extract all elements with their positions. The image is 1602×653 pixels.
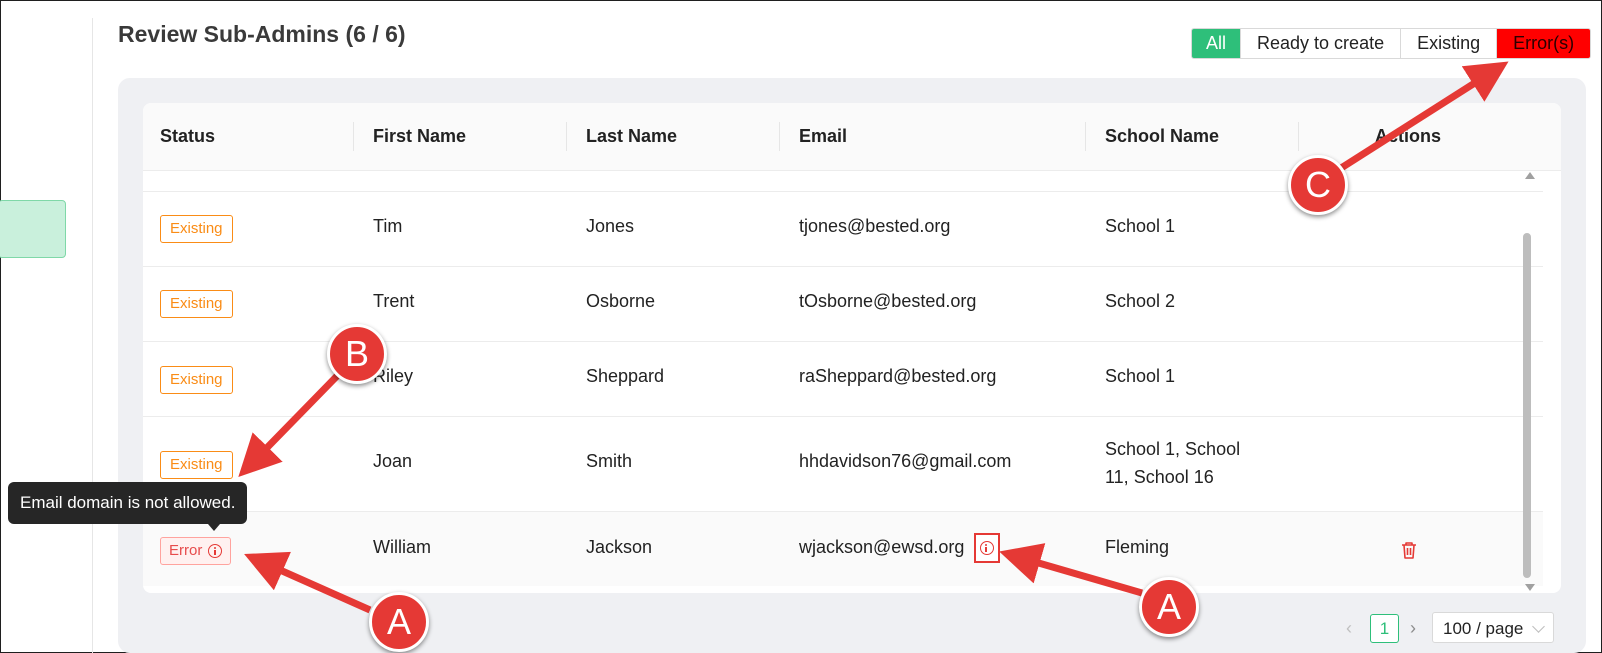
scroll-up-arrow[interactable] <box>1525 172 1535 179</box>
table-row: Existing Joan Smith hhdavidson76@gmail.c… <box>143 417 1543 512</box>
page-title: Review Sub-Admins (6 / 6) <box>118 21 406 47</box>
tooltip-arrow <box>208 524 220 531</box>
email-cell: hhdavidson76@gmail.com <box>799 451 1012 471</box>
header-separator <box>779 122 780 151</box>
email-cell: tjones@bested.org <box>799 216 951 236</box>
scroll-down-arrow[interactable] <box>1525 584 1535 591</box>
status-badge-existing: Existing <box>160 290 233 318</box>
email-cell: tOsborne@bested.org <box>799 291 977 311</box>
error-badge-label: Error <box>169 542 203 559</box>
sidebar-divider <box>92 18 93 653</box>
last-name-cell: Jones <box>586 216 635 236</box>
page-size-value: 100 / page <box>1443 619 1524 638</box>
first-name-cell: Tim <box>373 216 403 236</box>
filter-ready-button[interactable]: Ready to create <box>1240 29 1401 58</box>
status-badge-error[interactable]: Error <box>160 537 232 565</box>
status-badge-existing: Existing <box>160 366 233 394</box>
first-name-cell: William <box>373 537 431 557</box>
first-name-cell: Joan <box>373 451 413 471</box>
header-actions: Actions <box>1375 126 1442 146</box>
status-badge-existing: Existing <box>160 215 233 243</box>
school-cell: School 1 <box>1105 216 1176 236</box>
school-cell: School 1 <box>1105 366 1176 386</box>
chevron-down-icon <box>1532 620 1545 633</box>
header-separator <box>1298 122 1299 151</box>
last-name-cell: Sheppard <box>586 366 665 386</box>
header-separator <box>353 122 354 151</box>
scrollbar-thumb[interactable] <box>1523 233 1531 578</box>
pagination-next-button[interactable]: › <box>1410 618 1416 639</box>
school-cell: Fleming <box>1105 537 1170 557</box>
pagination-prev-button[interactable]: ‹ <box>1346 618 1352 639</box>
filter-existing-button[interactable]: Existing <box>1400 29 1497 58</box>
first-name-cell: Trent <box>373 291 415 311</box>
school-cell-line2: 11, School 16 <box>1105 467 1214 487</box>
callout-c: C <box>1288 155 1348 215</box>
table-header: Status First Name Last Name Email School… <box>143 103 1561 171</box>
header-last-name: Last Name <box>586 126 678 146</box>
email-error-info-button[interactable] <box>974 533 1000 563</box>
last-name-cell: Smith <box>586 451 633 471</box>
pagination-page-button[interactable]: 1 <box>1370 614 1399 643</box>
status-filter-group: All Ready to create Existing Error(s) <box>1191 28 1592 59</box>
school-cell: School 2 <box>1105 291 1176 311</box>
email-cell: wjackson@ewsd.org <box>799 537 965 557</box>
error-tooltip: Email domain is not allowed. <box>8 482 248 524</box>
info-icon <box>980 541 994 555</box>
trash-icon[interactable] <box>1401 541 1417 559</box>
email-cell: raSheppard@bested.org <box>799 366 997 386</box>
callout-a-left: A <box>369 592 429 652</box>
header-separator <box>1085 122 1086 151</box>
callout-a-right: A <box>1139 577 1199 637</box>
last-name-cell: Jackson <box>586 537 653 557</box>
table-row-error: Error William Jackson wjackson@ewsd.org … <box>143 512 1543 586</box>
header-email: Email <box>799 126 848 146</box>
page-size-select[interactable]: 100 / page <box>1432 612 1554 643</box>
filter-errors-button[interactable]: Error(s) <box>1496 29 1591 58</box>
header-first-name: First Name <box>373 126 467 146</box>
status-badge-existing: Existing <box>160 451 233 479</box>
filter-all-button[interactable]: All <box>1192 29 1241 58</box>
header-status: Status <box>160 126 216 146</box>
sidebar-active-item[interactable] <box>0 200 66 258</box>
school-cell-line1: School 1, School <box>1105 439 1241 459</box>
header-separator <box>566 122 567 151</box>
last-name-cell: Osborne <box>586 291 656 311</box>
header-school-name: School Name <box>1105 126 1220 146</box>
info-icon <box>208 544 223 558</box>
callout-b: B <box>327 324 387 384</box>
